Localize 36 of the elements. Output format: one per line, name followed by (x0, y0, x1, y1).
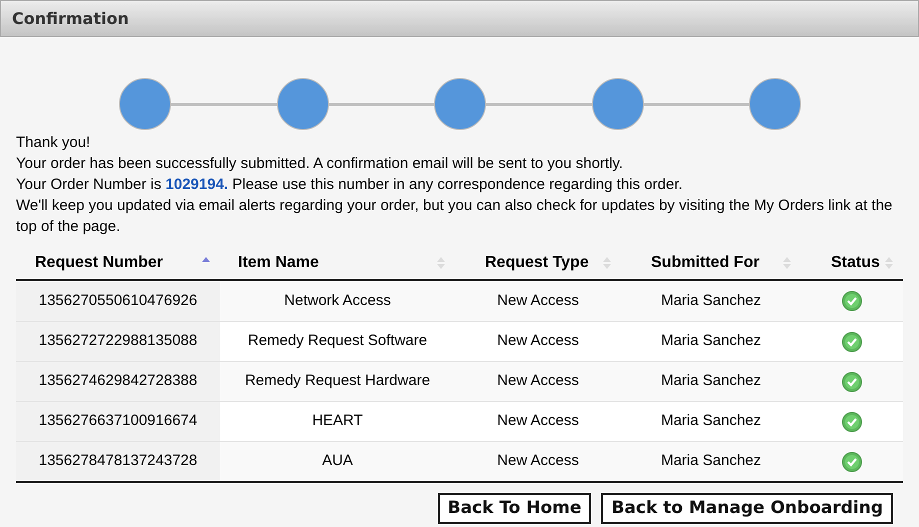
sort-icon[interactable] (783, 256, 791, 270)
table-cell-text: Maria Sanchez (660, 451, 762, 472)
nav-button[interactable]: Back To Home (438, 493, 592, 524)
column-header[interactable]: Item Name (238, 250, 319, 274)
table-cell-text: 1356270550610476926 (38, 290, 198, 311)
window-title: Confirmation (12, 8, 129, 30)
table-cell-text: Maria Sanchez (660, 290, 762, 311)
table-cell-text: 1356276637100916674 (38, 411, 198, 432)
message-text: Thank you! (16, 133, 92, 153)
table-cell-text: New Access (497, 331, 579, 352)
table-cell-text: Maria Sanchez (660, 411, 762, 432)
table-cell-text: 1356274629842728388 (38, 371, 198, 392)
message-text: Your Order Number is 1029194. Please use this number in any correspondence regarding this order. (16, 175, 684, 195)
table-cell-text: Maria Sanchez (660, 371, 762, 392)
table-cell-text: Maria Sanchez (660, 331, 762, 352)
table-cell-text: New Access (497, 290, 579, 311)
table-cell-text: New Access (497, 371, 579, 392)
table-cell-text: Remedy Request Hardware (244, 371, 430, 392)
message-text: Your order has been successfully submitted. A confirmation email will be sent to you shortly. (16, 154, 624, 174)
sort-icon[interactable] (603, 256, 611, 270)
table-cell-text: 1356278478137243728 (38, 451, 198, 472)
nav-button[interactable]: Back to Manage Onboarding (601, 493, 893, 524)
table-cell-text: AUA (322, 451, 353, 472)
table-cell-text: New Access (497, 451, 579, 472)
column-header[interactable]: Submitted For (651, 250, 760, 274)
table-cell-text: Remedy Request Software (248, 331, 428, 352)
column-header[interactable]: Request Type (485, 250, 589, 274)
table-cell-text: HEART (312, 411, 363, 432)
message-text: We'll keep you updated via email alerts regarding your order, but you can also check for updates by visiting the My Orders link at the top of the page. (16, 196, 894, 237)
table-cell-text: 1356272722988135088 (38, 331, 198, 352)
column-header[interactable]: Request Number (35, 250, 164, 274)
sort-icon[interactable] (885, 256, 893, 270)
column-header[interactable]: Status (831, 250, 880, 274)
sort-icon[interactable] (437, 256, 445, 270)
table-cell-text: Network Access (284, 290, 391, 311)
table-cell-text: New Access (497, 411, 579, 432)
